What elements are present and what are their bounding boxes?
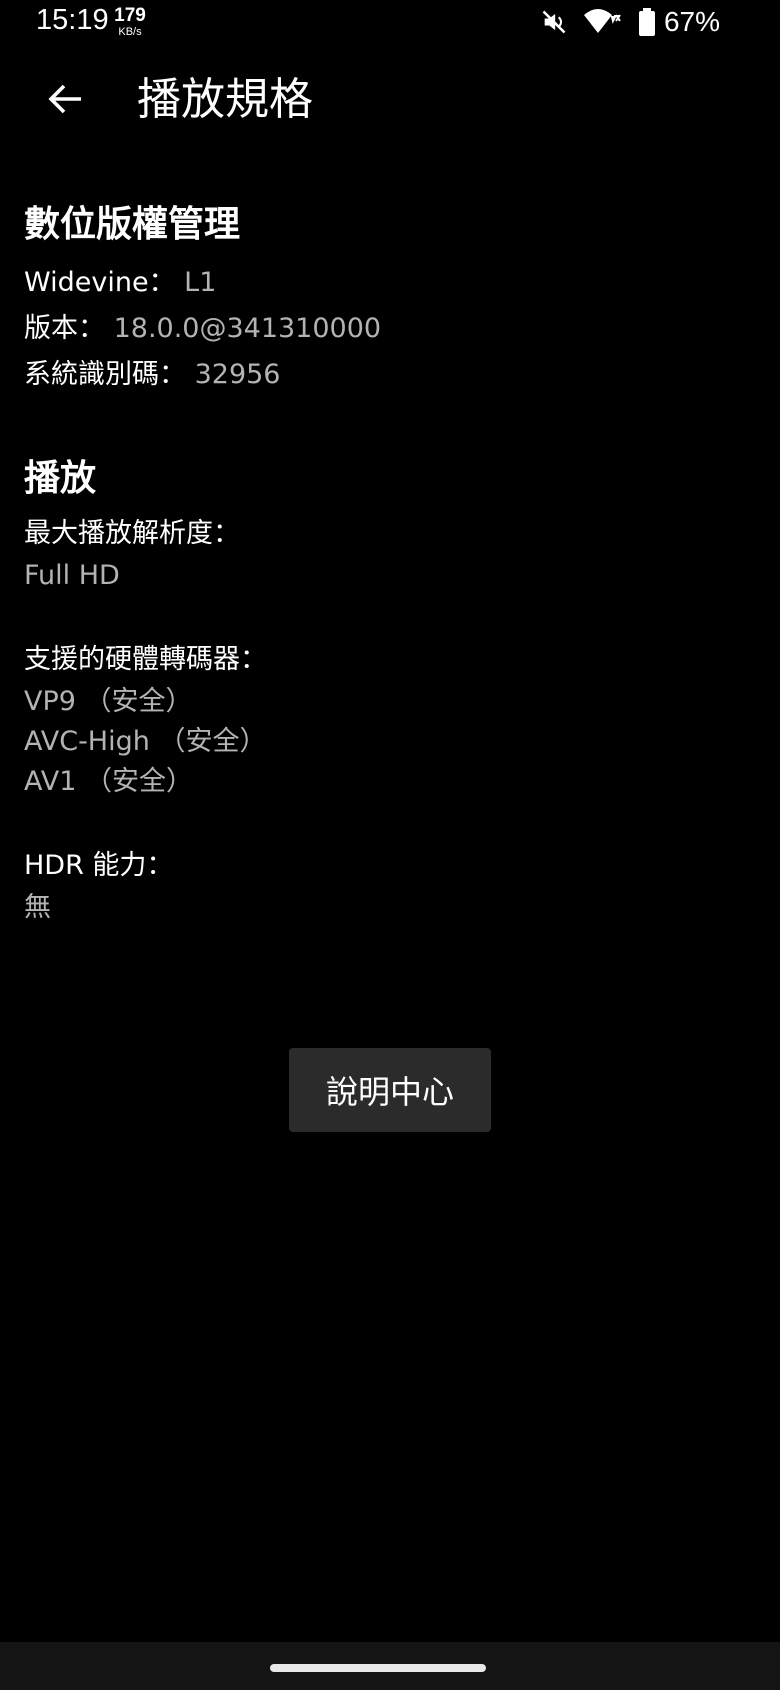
battery-icon [638, 8, 656, 36]
page-title: 播放規格 [137, 74, 313, 125]
widevine-label: Widevine： [24, 267, 176, 298]
system-id-label: 系統識別碼： [24, 359, 186, 390]
system-id-row: 系統識別碼： 32956 [24, 352, 744, 398]
status-time: 15:19 [36, 4, 109, 36]
decoder-item: VP9 （安全） [24, 686, 193, 717]
mute-icon [540, 8, 568, 36]
drm-section: 數位版權管理 Widevine： L1 版本： 18.0.0@341310000… [24, 200, 744, 398]
back-arrow-icon [47, 83, 83, 119]
decoders-label: 支援的硬體轉碼器： [24, 644, 267, 675]
navigation-bar [0, 1642, 780, 1690]
decoder-item: AVC-High （安全） [24, 726, 267, 757]
version-value: 18.0.0@341310000 [113, 313, 382, 344]
playback-specs-content: 數位版權管理 Widevine： L1 版本： 18.0.0@341310000… [24, 200, 744, 928]
widevine-row: Widevine： L1 [24, 260, 744, 306]
help-center-button[interactable]: 說明中心 [289, 1048, 491, 1132]
max-resolution-value: Full HD [24, 560, 120, 591]
hdr-value: 無 [24, 892, 51, 923]
decoder-item: AV1 （安全） [24, 766, 193, 797]
version-row: 版本： 18.0.0@341310000 [24, 306, 744, 352]
status-icons: 67% [540, 6, 720, 38]
widevine-value: L1 [184, 267, 217, 298]
version-label: 版本： [24, 313, 105, 344]
wifi-icon [582, 7, 624, 37]
max-resolution-label: 最大播放解析度： [24, 518, 240, 549]
network-speed-value: 179 [114, 5, 146, 26]
app-bar: 播放規格 [0, 60, 780, 140]
status-bar: 15:19 179 KB/s 67% [0, 0, 780, 48]
drm-heading: 數位版權管理 [24, 204, 241, 245]
home-indicator[interactable] [270, 1664, 486, 1672]
network-speed: 179 KB/s [113, 5, 147, 39]
back-button[interactable] [40, 76, 90, 126]
network-speed-unit: KB/s [118, 26, 142, 38]
playback-section: 播放 最大播放解析度： Full HD 支援的硬體轉碼器： VP9 （安全） A… [24, 454, 744, 928]
hdr-label: HDR 能力： [24, 850, 174, 881]
battery-percent: 67% [663, 6, 720, 37]
playback-heading: 播放 [24, 458, 97, 499]
system-id-value: 32956 [194, 359, 281, 390]
